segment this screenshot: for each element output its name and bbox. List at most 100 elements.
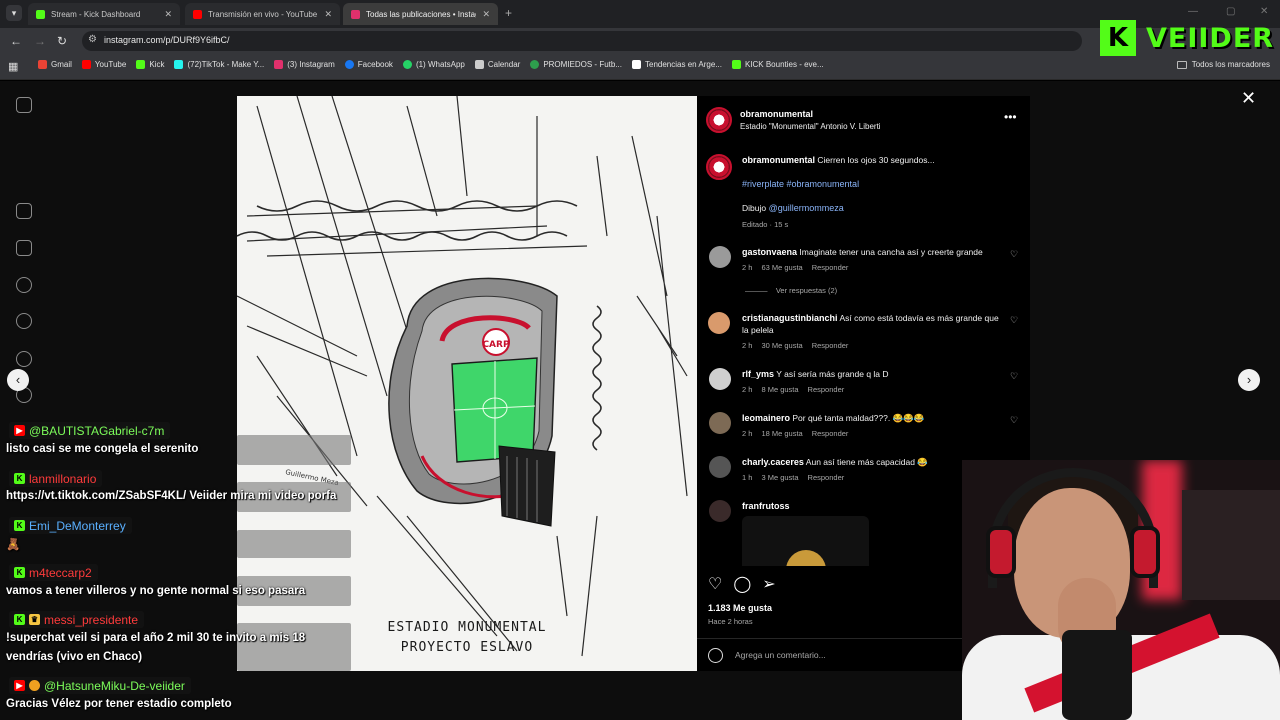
- minimize-icon[interactable]: —: [1188, 6, 1198, 17]
- share-icon[interactable]: ➢: [762, 574, 775, 594]
- prev-post-button[interactable]: ‹: [7, 369, 29, 391]
- comment-author[interactable]: cristianagustinbianchi: [742, 313, 838, 323]
- bookmark-label: Facebook: [357, 60, 393, 69]
- bookmark-gmail[interactable]: Gmail: [38, 60, 72, 69]
- comment-author[interactable]: gastonvaena: [742, 247, 797, 257]
- bookmark-promiedos[interactable]: PROMIEDOS - Futb...: [530, 60, 622, 69]
- comment-author[interactable]: rlf_yms: [742, 369, 774, 379]
- like-icon[interactable]: ♡: [708, 574, 722, 594]
- reply-button[interactable]: Responder: [812, 263, 849, 272]
- bookmark-kick-bounties[interactable]: KICK Bounties - eve...: [731, 60, 824, 69]
- chat-message: vendrías (vivo en Chaco): [6, 651, 143, 663]
- bookmark-x-trends[interactable]: Tendencias en Arge...: [632, 60, 722, 69]
- reply-button[interactable]: Responder: [812, 341, 849, 350]
- comment-input[interactable]: Agrega un comentario...: [735, 650, 826, 660]
- drawing-mention[interactable]: @guillermommeza: [769, 203, 844, 213]
- comment-likes[interactable]: 18 Me gusta: [761, 429, 802, 438]
- view-replies-button[interactable]: ——— Ver respuestas (2): [745, 286, 846, 295]
- all-bookmarks-folder[interactable]: Todos los marcadores: [1176, 60, 1270, 69]
- post-hashtags[interactable]: #riverplate #obramonumental: [742, 179, 859, 189]
- avatar[interactable]: [709, 246, 731, 268]
- like-comment-icon[interactable]: ♡: [1010, 249, 1018, 260]
- close-icon[interactable]: ✕: [324, 9, 332, 20]
- post-location[interactable]: Estadio "Monumental" Antonio V. Liberti: [740, 122, 881, 131]
- bookmark-calendar[interactable]: Calendar: [474, 60, 520, 69]
- crown-badge-icon: ♛: [29, 614, 40, 625]
- caption-author[interactable]: obramonumental: [742, 155, 815, 165]
- instagram-logo-icon[interactable]: [16, 97, 32, 113]
- reload-icon[interactable]: ↻: [57, 34, 67, 48]
- like-comment-icon[interactable]: ♡: [1010, 371, 1018, 382]
- tab-title: Transmisión en vivo - YouTube: [208, 9, 318, 19]
- apps-grid-icon[interactable]: ▦: [8, 60, 18, 73]
- bookmark-label: Tendencias en Arge...: [645, 60, 722, 69]
- avatar[interactable]: [709, 456, 731, 478]
- reels-icon[interactable]: [16, 240, 32, 256]
- comment-icon[interactable]: ◯: [733, 574, 751, 594]
- gmail-icon: [38, 60, 47, 69]
- avatar[interactable]: [706, 107, 732, 133]
- comment-likes[interactable]: 8 Me gusta: [761, 385, 798, 394]
- bookmarks-bar: ▦ Gmail YouTube Kick (72)TikTok - Make Y…: [0, 54, 1280, 80]
- tiktok-icon: [174, 60, 184, 69]
- chat-user-name: messi_presidente: [44, 612, 139, 627]
- bookmark-label: PROMIEDOS - Futb...: [543, 60, 622, 69]
- bookmark-whatsapp[interactable]: (1) WhatsApp: [402, 60, 465, 69]
- reply-button[interactable]: Responder: [808, 473, 845, 482]
- tab-youtube[interactable]: Transmisión en vivo - YouTube ✕: [185, 3, 340, 25]
- search-icon[interactable]: [16, 313, 32, 329]
- chat-username: K ♛ messi_presidente: [9, 611, 145, 628]
- avatar[interactable]: [709, 412, 731, 434]
- close-icon[interactable]: ✕: [1241, 88, 1256, 109]
- avatar[interactable]: [709, 500, 731, 522]
- tab-instagram[interactable]: Todas las publicaciones • Instag ✕: [343, 3, 498, 25]
- chat-username: ▶ @HatsuneMiku-De-veiider: [9, 677, 191, 694]
- home-icon[interactable]: [16, 203, 32, 219]
- forward-icon[interactable]: →: [34, 34, 46, 48]
- tab-title: Todas las publicaciones • Instag: [366, 9, 477, 19]
- avatar[interactable]: [708, 312, 730, 334]
- close-icon[interactable]: ✕: [482, 9, 490, 20]
- url-field[interactable]: ⚙ instagram.com/p/DURf9Y6ifbC/: [82, 31, 1082, 51]
- tab-kick-dashboard[interactable]: Stream - Kick Dashboard ✕: [28, 3, 180, 25]
- bookmark-instagram[interactable]: (3) Instagram: [274, 60, 335, 69]
- like-comment-icon[interactable]: ♡: [1010, 415, 1018, 426]
- comment-author[interactable]: leomainero: [742, 413, 790, 423]
- new-tab-button[interactable]: +: [505, 6, 512, 20]
- comment-likes[interactable]: 63 Me gusta: [761, 263, 802, 272]
- youtube-badge-icon: ▶: [14, 680, 25, 691]
- site-info-icon[interactable]: ⚙: [88, 34, 97, 45]
- comment-likes[interactable]: 3 Me gusta: [761, 473, 798, 482]
- comment-image[interactable]: [742, 516, 869, 566]
- avatar[interactable]: [706, 154, 732, 180]
- avatar[interactable]: [709, 368, 731, 390]
- back-icon[interactable]: ←: [10, 34, 22, 48]
- post-account-name[interactable]: obramonumental: [740, 109, 813, 119]
- explore-icon[interactable]: [16, 351, 32, 367]
- close-window-icon[interactable]: ✕: [1260, 6, 1268, 17]
- reply-button[interactable]: Responder: [808, 385, 845, 394]
- bookmark-label: KICK Bounties - eve...: [744, 60, 824, 69]
- carp-badge: CARP: [482, 340, 510, 350]
- bookmark-youtube[interactable]: YouTube: [81, 60, 126, 69]
- close-icon[interactable]: ✕: [164, 9, 172, 20]
- bookmark-facebook[interactable]: Facebook: [344, 60, 393, 69]
- kick-badge-icon: K: [14, 614, 25, 625]
- bookmark-kick[interactable]: Kick: [136, 60, 164, 69]
- comment-likes[interactable]: 30 Me gusta: [761, 341, 802, 350]
- comment-text: Por qué tanta maldad???. 😂😂😂: [792, 413, 925, 423]
- comment-author[interactable]: franfrutoss: [742, 501, 790, 511]
- reply-button[interactable]: Responder: [812, 429, 849, 438]
- emoji-icon[interactable]: [708, 648, 723, 663]
- post-likes[interactable]: 1.183 Me gusta: [708, 603, 772, 613]
- chat-message: 🧸: [6, 539, 21, 551]
- kick-logo-icon: K: [1100, 20, 1136, 56]
- tab-search-button[interactable]: ▾: [6, 5, 22, 21]
- next-post-button[interactable]: ›: [1238, 369, 1260, 391]
- bookmark-tiktok[interactable]: (72)TikTok - Make Y...: [174, 60, 264, 69]
- more-options-icon[interactable]: •••: [1004, 110, 1017, 124]
- comment-author[interactable]: charly.caceres: [742, 457, 804, 467]
- like-comment-icon[interactable]: ♡: [1010, 315, 1018, 326]
- maximize-icon[interactable]: ▢: [1226, 6, 1235, 17]
- messages-icon[interactable]: [16, 277, 32, 293]
